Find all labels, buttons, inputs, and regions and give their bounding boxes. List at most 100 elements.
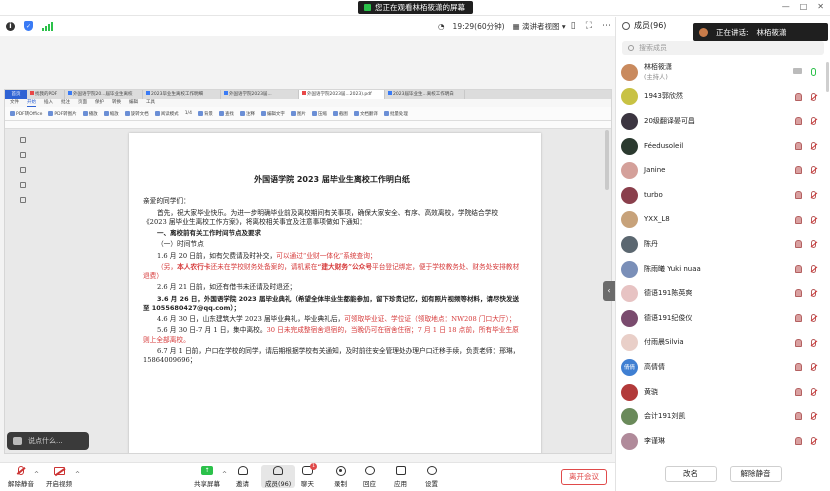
ribbon-button[interactable]: 缩放: [104, 111, 119, 117]
unmute-button[interactable]: 解除静音: [8, 465, 34, 488]
leave-meeting-button[interactable]: 离开会议: [561, 469, 607, 485]
ribbon-button[interactable]: PDF转Office: [10, 111, 42, 117]
member-row[interactable]: 陈雨曦 Yuki nuaa: [616, 257, 822, 282]
camera-off-icon: [795, 92, 802, 101]
member-row[interactable]: 林栢筱潇 (主持人): [616, 60, 822, 85]
viewer-tab[interactable]: 外国语学院20...届毕业生离校: [65, 90, 143, 99]
member-name: 付雨晨Silvia: [644, 338, 684, 347]
member-avatar: [621, 260, 638, 278]
member-list-scrollbar[interactable]: [826, 62, 829, 92]
chevron-up-icon[interactable]: ^: [75, 471, 80, 478]
ribbon-button[interactable]: 旋转文档: [125, 111, 149, 117]
member-row[interactable]: 德语191纪俊仪: [616, 306, 822, 331]
member-row[interactable]: 德语191陈英爽: [616, 281, 822, 306]
member-name: 德语191陈英爽: [644, 289, 693, 298]
doc-scrollbar[interactable]: [605, 130, 609, 190]
share-screen-button[interactable]: ↑ 共享屏幕: [194, 465, 220, 488]
grid-icon: ▦: [512, 21, 520, 31]
camera-off-icon: [795, 387, 802, 396]
record-button[interactable]: 录制: [334, 465, 347, 488]
menu-item[interactable]: 页面: [78, 99, 87, 107]
member-row[interactable]: 1943郭欣然: [616, 85, 822, 110]
members-button[interactable]: 成员(96): [261, 465, 296, 488]
bookmark-icon[interactable]: [20, 137, 26, 143]
menu-item[interactable]: 批注: [61, 99, 70, 107]
doc-intro: 首先，祝大家毕业快乐。为进一步明确毕业前及离校期间有关事项，确保大家安全、有序、…: [143, 208, 499, 227]
doc-greeting: 亲爱的同学们：: [143, 197, 190, 206]
ribbon-button[interactable]: 截图: [333, 111, 348, 117]
comment-icon[interactable]: [20, 167, 26, 173]
reactions-button[interactable]: 回应: [363, 465, 376, 488]
panel-title: 成员(96): [634, 21, 667, 30]
ribbon-button[interactable]: 背景: [198, 111, 213, 117]
ribbon-button[interactable]: 播放: [83, 111, 98, 117]
member-row[interactable]: 倩倩 高倩倩: [616, 355, 822, 380]
viewer-tab[interactable]: 外国语学院2023届...: [221, 90, 299, 99]
page-indicator[interactable]: 1/4: [185, 111, 192, 116]
info-icon[interactable]: i: [6, 21, 15, 31]
maximize-icon[interactable]: □: [800, 2, 808, 11]
rename-button[interactable]: 改名: [664, 466, 717, 482]
ribbon-button[interactable]: 压缩: [312, 111, 327, 117]
ribbon-button[interactable]: 阅读模式: [155, 111, 179, 117]
ribbon-button[interactable]: 图片: [291, 111, 306, 117]
thumbnail-icon[interactable]: [20, 152, 26, 158]
ribbon-button[interactable]: 文档翻译: [354, 111, 378, 117]
viewer-tab[interactable]: 2023届毕业生...离校工作明白: [385, 90, 465, 99]
member-row[interactable]: 李谨琳: [616, 429, 822, 454]
viewer-tab[interactable]: 2023毕业生离校工作明细: [143, 90, 221, 99]
signal-icon[interactable]: [42, 21, 53, 31]
sidebar-toggle-icon[interactable]: ▯: [571, 21, 576, 31]
doc-item-2: 2.6 月 21 日前，如还有借书未还请及时退还；: [157, 283, 297, 292]
ribbon-button[interactable]: 查找: [219, 111, 234, 117]
member-row[interactable]: YXX_L8: [616, 208, 822, 233]
menu-item[interactable]: 插入: [44, 99, 53, 107]
menu-item-selected[interactable]: 开始: [27, 99, 36, 107]
member-row[interactable]: Féedusoleil: [616, 134, 822, 159]
menu-item[interactable]: 转换: [112, 99, 121, 107]
more-options-icon[interactable]: ⋯: [602, 21, 611, 31]
invite-button[interactable]: 邀请: [236, 465, 249, 488]
member-row[interactable]: 付雨晨Silvia: [616, 331, 822, 356]
banner-text: 您正在观看林栢筱潇的屏幕: [375, 3, 465, 12]
member-row[interactable]: 陈丹: [616, 232, 822, 257]
speaker-view-button[interactable]: ▦ 演讲者视图 ▾: [513, 21, 566, 32]
viewer-tab-active[interactable]: 外国语学院2023届...2023).pdf: [299, 90, 385, 99]
menu-item[interactable]: 文件: [10, 99, 19, 107]
chevron-up-icon[interactable]: ^: [34, 471, 39, 478]
fullscreen-icon[interactable]: ⛶: [586, 21, 592, 31]
attachment-icon[interactable]: [20, 197, 26, 203]
menu-item[interactable]: 编辑: [129, 99, 138, 107]
start-video-button[interactable]: 开启视频: [46, 465, 72, 488]
panel-unmute-button[interactable]: 解除静音: [729, 466, 782, 482]
member-row[interactable]: Janine: [616, 158, 822, 183]
close-icon[interactable]: ✕: [817, 2, 824, 11]
settings-button[interactable]: 设置: [425, 465, 438, 488]
chevron-up-icon[interactable]: ^: [222, 471, 227, 478]
viewer-tab[interactable]: 找我的PDF: [27, 90, 65, 99]
mic-muted-icon: [811, 117, 816, 126]
ribbon-button[interactable]: PDF转图片: [48, 111, 76, 117]
minimize-icon[interactable]: —: [782, 2, 790, 11]
search-icon[interactable]: [20, 182, 26, 188]
member-row[interactable]: turbo: [616, 183, 822, 208]
apps-button[interactable]: 应用: [394, 465, 407, 488]
collapse-panel-button[interactable]: ‹: [603, 281, 615, 301]
member-row[interactable]: 会计191刘凯: [616, 404, 822, 429]
chat-quick-input[interactable]: 说点什么...: [7, 432, 89, 450]
menu-item[interactable]: 保护: [95, 99, 104, 107]
ribbon-button[interactable]: 注释: [240, 111, 255, 117]
chat-button[interactable]: 1 聊天: [301, 463, 317, 488]
member-search-input[interactable]: 搜索成员: [622, 41, 824, 55]
menu-item[interactable]: 工具: [146, 99, 155, 107]
member-avatar: [621, 211, 638, 229]
ribbon-button[interactable]: 批量处理: [384, 111, 408, 117]
viewer-tab-home[interactable]: 首页: [5, 90, 27, 99]
ribbon-button[interactable]: 编辑文字: [261, 111, 285, 117]
security-shield-icon[interactable]: ✓: [24, 21, 33, 31]
mic-muted-icon: [811, 264, 816, 273]
member-avatar: [621, 186, 638, 204]
member-row[interactable]: 20级翻译晏可昌: [616, 109, 822, 134]
doc-file-icon: [224, 91, 228, 95]
member-row[interactable]: 黄骁: [616, 380, 822, 405]
